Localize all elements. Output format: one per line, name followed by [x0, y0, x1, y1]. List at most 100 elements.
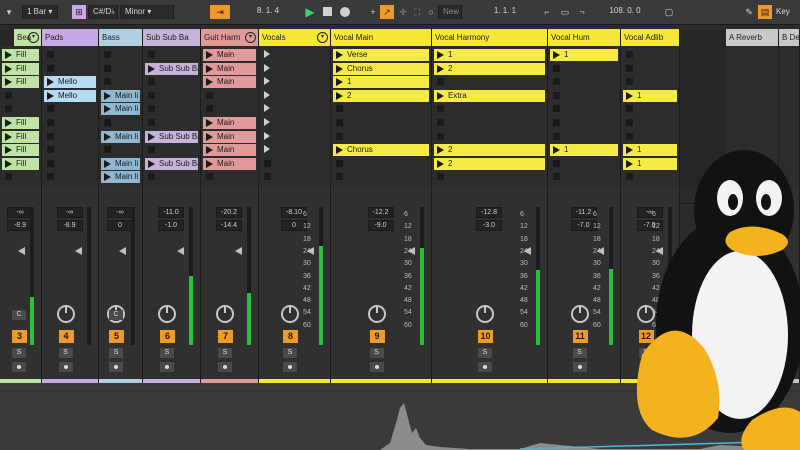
slot-stop-icon[interactable] — [553, 91, 560, 99]
slot-stop-icon[interactable] — [104, 64, 111, 72]
track-activator-button[interactable]: 6 — [160, 330, 175, 343]
clip-play-icon[interactable] — [5, 78, 12, 87]
clip-slot[interactable] — [623, 103, 677, 114]
slot-stop-icon[interactable] — [626, 51, 633, 58]
clip-slot[interactable] — [550, 90, 618, 101]
clip[interactable]: Fill — [2, 49, 39, 61]
clip-slot[interactable] — [101, 117, 140, 128]
slot-stop-icon[interactable] — [336, 119, 343, 126]
clip-play-icon[interactable] — [104, 132, 111, 141]
pan-knob[interactable] — [476, 305, 494, 323]
slot-stop-icon[interactable] — [626, 105, 633, 113]
pan-readout[interactable]: -8.9 — [56, 220, 83, 231]
metronome-icon[interactable]: ▢ — [662, 5, 676, 19]
clip[interactable]: Main — [203, 62, 256, 75]
clip-slot[interactable] — [550, 158, 618, 169]
track-header-bass[interactable]: Bass — [99, 29, 143, 46]
slot-stop-icon[interactable] — [626, 78, 633, 86]
slot-stop-icon[interactable] — [47, 64, 54, 72]
clip-play-icon[interactable] — [437, 159, 444, 168]
clip[interactable]: Main — [203, 130, 256, 143]
clip-play-icon[interactable] — [437, 64, 444, 73]
clip-slot[interactable] — [261, 63, 328, 74]
track-activator-button[interactable]: 5 — [109, 330, 124, 343]
track-header-vocal-hum[interactable]: Vocal Hum — [548, 29, 621, 46]
clip-slot[interactable] — [101, 63, 140, 74]
clip-play-icon[interactable] — [5, 146, 12, 155]
track-activator-button[interactable]: 3 — [12, 330, 27, 343]
clip-slot[interactable] — [145, 90, 198, 101]
clip-slot[interactable] — [623, 63, 677, 74]
slot-stop-icon[interactable] — [47, 119, 54, 126]
slot-stop-icon[interactable] — [47, 51, 54, 58]
clip-play-icon[interactable] — [148, 159, 155, 168]
clip[interactable]: Mello — [44, 76, 96, 89]
slot-stop-icon[interactable] — [206, 105, 213, 113]
track-activator-button[interactable]: 9 — [369, 330, 385, 343]
slot-stop-icon[interactable] — [626, 132, 633, 140]
track-header-pads[interactable]: Pads — [42, 29, 99, 46]
crossfade-button[interactable]: C — [12, 310, 26, 320]
slot-play-icon[interactable] — [264, 104, 270, 113]
pan-knob[interactable] — [281, 305, 299, 323]
draw-mode-icon[interactable]: ✎ — [742, 5, 756, 19]
clip-slot[interactable] — [44, 144, 96, 155]
solo-button[interactable]: S — [160, 348, 174, 358]
clip-play-icon[interactable] — [5, 64, 12, 73]
clip[interactable]: Main li — [101, 171, 140, 184]
slot-play-icon[interactable] — [264, 50, 270, 58]
clip-slot[interactable] — [203, 171, 256, 182]
clip-slot[interactable] — [434, 171, 545, 182]
slot-stop-icon[interactable] — [437, 105, 444, 113]
pan-knob[interactable] — [570, 305, 589, 323]
record-arm-button[interactable] — [109, 362, 123, 372]
track-header-a-reverb[interactable]: A Reverb — [726, 29, 779, 46]
overdub-icon[interactable]: + — [366, 5, 380, 19]
slot-stop-icon[interactable] — [553, 173, 560, 181]
clip-slot[interactable] — [623, 76, 677, 87]
clip[interactable]: Fill — [2, 157, 39, 170]
clip-slot[interactable] — [434, 131, 545, 142]
clip-play-icon[interactable] — [437, 51, 444, 59]
slot-stop-icon[interactable] — [553, 159, 560, 167]
loop-start[interactable]: 1. 1. 1 — [478, 5, 532, 19]
punch-out-icon[interactable]: ¬ — [575, 5, 589, 19]
volume-readout[interactable]: -∞ — [107, 207, 133, 218]
clip[interactable]: 2 — [434, 62, 545, 75]
fader-handle[interactable] — [75, 247, 82, 255]
clip-play-icon[interactable] — [5, 51, 12, 59]
track-header-guit-harm[interactable]: Guit Harm ▾ — [201, 29, 259, 46]
clip-slot[interactable] — [145, 103, 198, 114]
clip-slot[interactable] — [550, 117, 618, 128]
pan-knob[interactable] — [56, 305, 75, 323]
slot-stop-icon[interactable] — [5, 91, 12, 99]
pan-knob[interactable] — [216, 305, 234, 323]
clip-slot[interactable] — [2, 171, 39, 182]
slot-stop-icon[interactable] — [206, 91, 213, 99]
slot-stop-icon[interactable] — [5, 173, 12, 181]
pan-readout[interactable]: -9.0 — [367, 220, 394, 231]
slot-stop-icon[interactable] — [148, 51, 155, 58]
clip[interactable]: Mello — [44, 89, 96, 102]
clip-slot[interactable] — [333, 171, 429, 182]
clip[interactable]: Fill — [2, 76, 39, 89]
stop-icon[interactable] — [320, 5, 334, 19]
slot-stop-icon[interactable] — [553, 119, 560, 126]
clip-slot[interactable] — [333, 117, 429, 128]
clip[interactable]: 2 — [434, 144, 545, 157]
slot-stop-icon[interactable] — [553, 78, 560, 86]
song-position[interactable]: 8. 1. 4 — [238, 5, 298, 19]
fader-handle[interactable] — [235, 247, 242, 255]
slot-stop-icon[interactable] — [553, 105, 560, 113]
record-arm-button[interactable] — [572, 362, 587, 372]
clip-play-icon[interactable] — [336, 78, 343, 87]
clip[interactable]: Extra — [434, 89, 545, 102]
track-header-b-de[interactable]: B De — [779, 29, 800, 46]
clip[interactable]: Main — [203, 76, 256, 89]
clip-play-icon[interactable] — [206, 146, 213, 155]
clip-slot[interactable] — [145, 144, 198, 155]
solo-button[interactable]: S — [283, 348, 297, 358]
clip-slot[interactable] — [550, 171, 618, 182]
solo-button[interactable]: S — [218, 348, 232, 358]
punch-in-icon[interactable]: ⌐ — [540, 5, 554, 19]
